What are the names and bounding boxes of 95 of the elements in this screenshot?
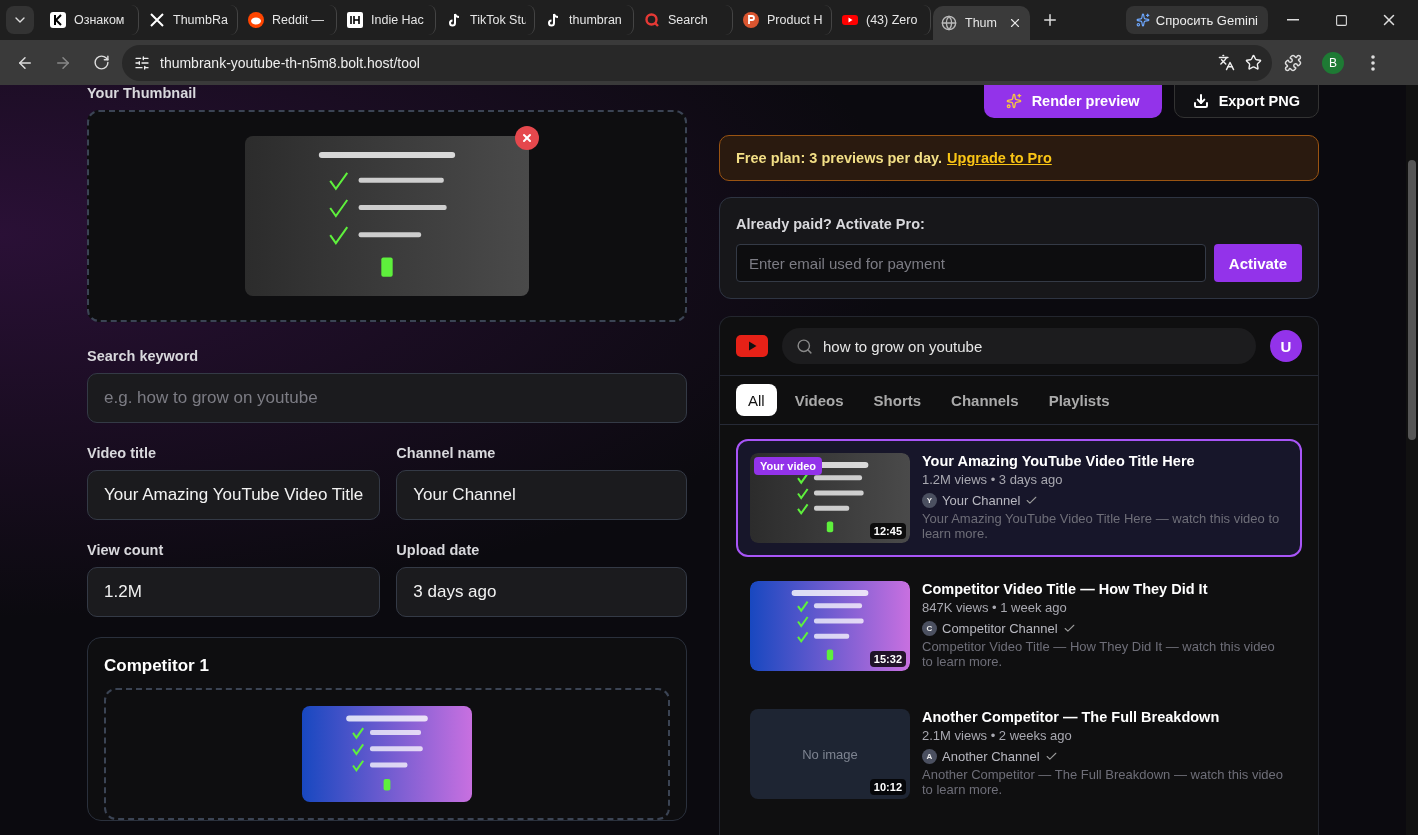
channel-avatar: Y: [922, 493, 937, 508]
highlighted-result[interactable]: Your video 12:45 Your Amazing YouTube Video Title Here 1.2M views • 3 days ago Y Your Channel Your Amazing YouTube Video Title Here — watch this video to learn more.: [736, 439, 1302, 557]
sparkle-icon: [1135, 13, 1150, 27]
video-title: Competitor Video Title — How They Did It: [922, 581, 1209, 597]
menu-icon: [1371, 54, 1375, 71]
gemini-button[interactable]: Спросить Gemini: [1125, 6, 1268, 34]
filter-chip[interactable]: Shorts: [861, 384, 934, 416]
favicon-icon: [50, 12, 66, 28]
filter-chip[interactable]: All: [736, 384, 777, 416]
favicon-icon: [842, 12, 858, 28]
thumbnail-dropzone[interactable]: [104, 688, 670, 820]
puzzle-icon: [1284, 53, 1302, 72]
search-icon: [796, 337, 813, 355]
field-label: View count: [87, 542, 165, 558]
remove-button[interactable]: [515, 126, 539, 150]
channel-name: Another Channel: [942, 749, 1040, 764]
browser-tab[interactable]: (43) Zero: [834, 5, 931, 35]
favicon-icon: [347, 12, 363, 28]
favicon-icon: [743, 12, 759, 28]
bookmark-star-icon[interactable]: [1245, 54, 1262, 71]
user-avatar[interactable]: U: [1270, 330, 1302, 362]
browser-tab[interactable]: Ознаком: [42, 5, 139, 35]
reload-icon: [92, 54, 110, 71]
search-result[interactable]: 15:32 Competitor Video Title — How They Did It 847K views • 1 week ago C Competitor Channel Competitor Video Title — How They Did It — watch this video to learn more.: [736, 567, 1302, 685]
duration-badge: 10:12: [869, 779, 906, 795]
browser-tab[interactable]: Reddit —: [240, 5, 337, 35]
plan-text: Free plan: 3 previews per day.: [736, 150, 943, 166]
browser-tab[interactable]: Product H: [735, 5, 832, 35]
maximize-icon: [1334, 13, 1348, 27]
video-meta: 2.1M views • 2 weeks ago: [922, 728, 1073, 743]
close-icon: [521, 132, 533, 144]
filter-chip[interactable]: Channels: [939, 384, 1031, 416]
video-title: Your Amazing YouTube Video Title Here: [922, 453, 1196, 469]
video-title: Another Competitor — The Full Breakdown: [922, 709, 1221, 725]
your-video-badge: Your video: [754, 457, 823, 475]
channel-name: Competitor Channel: [942, 621, 1058, 636]
input-field[interactable]: Your Channel: [396, 470, 687, 520]
browser-tab[interactable]: thumbran: [537, 5, 634, 35]
search-result[interactable]: No image 10:12 Another Competitor — The Full Breakdown 2.1M views • 2 weeks ago A Another Channel Another Competitor — The Full Breakdown — watch this video to learn more.: [736, 695, 1302, 813]
competitor-title: Competitor 1: [104, 656, 210, 676]
site-settings-icon[interactable]: [134, 54, 150, 71]
activate-label: Already paid? Activate Pro:: [736, 216, 926, 232]
email-field[interactable]: Enter email used for payment: [736, 244, 1206, 282]
video-meta: 1.2M views • 3 days ago: [922, 472, 1064, 487]
globe-icon: [941, 15, 957, 31]
video-meta: 847K views • 1 week ago: [922, 600, 1068, 615]
plus-icon: [1041, 11, 1059, 29]
video-description: Another Competitor — The Full Breakdown — watch this video to learn more.: [922, 768, 1285, 798]
input-field[interactable]: Your Amazing YouTube Video Title: [87, 470, 381, 520]
input-field[interactable]: 3 days ago: [396, 567, 687, 617]
favicon-icon: [248, 12, 264, 28]
search-keyword-field[interactable]: e.g. how to grow on youtube: [87, 373, 687, 423]
play-logo-icon: [736, 335, 768, 357]
search-query: how to grow on youtube: [823, 337, 983, 355]
browser-tab[interactable]: Search: [636, 5, 733, 35]
channel-name: Your Channel: [942, 493, 1021, 508]
translate-icon[interactable]: [1218, 54, 1235, 71]
profile-avatar[interactable]: B: [1322, 51, 1344, 74]
favicon-icon: [446, 12, 462, 28]
field-label: Upload date: [396, 542, 481, 558]
video-description: Competitor Video Title — How They Did It — watch this video to learn more.: [922, 640, 1276, 670]
activate-button[interactable]: Activate: [1214, 244, 1302, 282]
check-icon: [1025, 494, 1039, 507]
check-icon: [1044, 750, 1058, 763]
upgrade-link[interactable]: Upgrade to Pro: [947, 150, 1052, 166]
filter-chip[interactable]: Videos: [782, 384, 856, 416]
browser-tab[interactable]: ThumbRa: [141, 5, 238, 35]
render-button[interactable]: Render preview: [983, 85, 1162, 118]
duration-badge: 15:32: [869, 651, 906, 667]
favicon-icon: [644, 12, 660, 28]
channel-avatar: C: [922, 621, 937, 636]
filter-chip[interactable]: Playlists: [1036, 384, 1122, 416]
thumbnail-label: Your Thumbnail: [87, 85, 198, 101]
address-bar[interactable]: thumbrank-youtube-th-n5m8.bolt.host/tool: [122, 44, 1272, 81]
channel-avatar: A: [922, 749, 937, 764]
scrollbar[interactable]: [1408, 160, 1416, 440]
favicon-icon: [545, 12, 561, 28]
input-field[interactable]: 1.2M: [87, 567, 381, 617]
video-description: Your Amazing YouTube Video Title Here — watch this video to learn more.: [922, 512, 1281, 542]
duration-badge: 12:45: [869, 523, 906, 539]
browser-tab[interactable]: Indie Hac: [339, 5, 436, 35]
favicon-icon: [149, 12, 165, 28]
export-button[interactable]: Export PNG: [1173, 85, 1319, 118]
thumbnail-dropzone[interactable]: [87, 110, 687, 322]
check-icon: [1062, 622, 1076, 635]
field-label: Search keyword: [87, 348, 200, 364]
sparkle-icon: [1005, 93, 1022, 109]
minimize-icon: [1287, 19, 1299, 21]
browser-tab[interactable]: Thum: [933, 6, 1030, 40]
download-icon: [1192, 93, 1209, 109]
field-label: Video title: [87, 445, 158, 461]
close-tab-icon[interactable]: [1008, 16, 1022, 30]
tab-search-button[interactable]: [6, 6, 34, 34]
preview-search-bar[interactable]: how to grow on youtube: [782, 328, 1256, 364]
field-label: Channel name: [396, 445, 497, 461]
